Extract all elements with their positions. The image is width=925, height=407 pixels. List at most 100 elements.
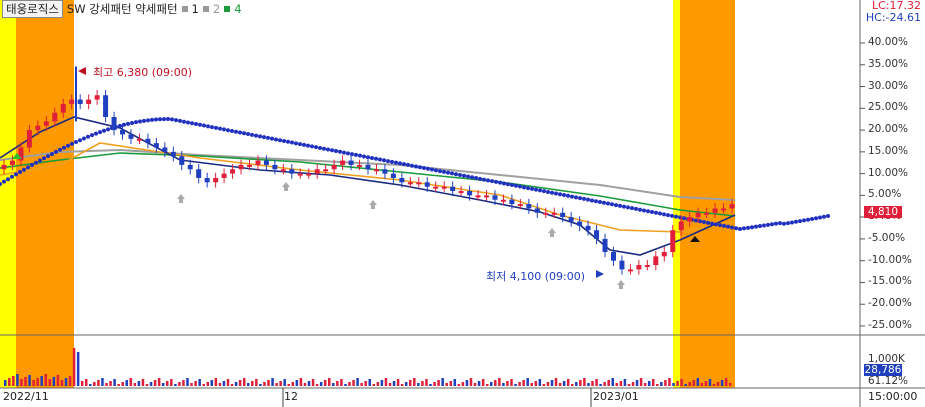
volume-bar [534,381,538,386]
ma-dot-point [154,117,158,122]
ma-dot-point [330,148,334,153]
ma-dot-point [414,164,418,169]
highlight-yellow-right [673,0,680,388]
volume-bar [684,384,687,386]
ma-dot-point [134,120,138,125]
ma-dot-point [610,202,614,207]
volume-bar [68,376,72,386]
candle-body [314,169,320,174]
volume-bar [178,382,181,386]
ma-dot-point [418,165,422,170]
ma-dot-point [518,184,522,189]
volume-bar [392,381,396,386]
volume-bar [214,378,218,386]
ma-dot-point [654,210,658,215]
ma-dot-point [98,130,102,135]
volume-bar [558,383,562,386]
ma-dot-point [194,122,198,127]
volume-bar [52,377,56,386]
volume-bar [538,379,542,386]
ma-dot-point [206,124,210,129]
ma-dot-point [566,193,570,198]
stock-name[interactable]: 태웅로직스 [2,0,63,18]
volume-bar [251,381,254,386]
volume-bar [28,375,31,386]
ma-dot-point [634,206,638,211]
ma-dot-point [130,120,134,125]
volume-bar [384,378,388,386]
ma-dot-point [774,221,778,226]
ma-dot-point [514,183,518,188]
date-label-nov: 2022/11 [3,390,49,403]
volume-bar [579,380,582,386]
volume-bar [518,382,521,386]
volume-bar [242,378,246,386]
ma-dot-point [542,189,546,194]
volume-bar [166,381,169,386]
candle-body [568,217,574,222]
volume-bar [680,379,683,386]
volume-bar [635,380,639,386]
volume-bar [453,379,457,386]
volume-bar [344,384,347,386]
ma-dot-point [506,182,510,187]
volume-bar [704,381,708,386]
candle-body [52,112,58,122]
ma-dot-point [522,185,526,190]
y-tick-label: 15.00% [868,144,909,157]
volume-bar [522,380,525,386]
ma-dot-point [82,136,86,141]
ma-dot-point [750,225,754,230]
stock-chart[interactable]: 태웅로직스 SW 강세패턴 약세패턴 1 2 4 LC:17.32 HC:-24… [0,0,925,407]
ma-dot-point [630,206,634,211]
highlight-band-left [16,0,74,388]
ma-dot-point [406,162,410,167]
volume-bar [676,381,679,386]
ma-dot-point [166,117,170,122]
volume-bar [117,384,120,386]
volume-bar [149,382,153,386]
volume-bar [566,379,570,386]
candle-body [450,186,456,192]
candle-body [103,95,109,118]
volume-bar [328,378,331,386]
lc-hc-readout: LC:17.32 HC:-24.61 [866,0,921,24]
candle-body [610,251,616,261]
volume-bar [97,380,100,386]
ma-dot-point [294,141,298,146]
volume-bar [417,383,420,386]
candle-body [162,147,168,152]
chart-canvas[interactable] [0,0,925,407]
volume-bar [60,380,64,386]
ma-dot-point [126,121,130,126]
volume-axis-label: 1,000K [868,353,905,365]
candle-body [221,173,227,178]
ma-dot-point [642,208,646,213]
candle-body [399,177,405,183]
ma-dot-point [202,123,206,128]
ma-dot-point [366,155,370,160]
ma-dot-point [454,172,458,177]
volume-bar [421,381,424,386]
ma-dot-point [762,223,766,228]
candle-body [331,164,337,170]
candle-body [441,186,447,189]
ma-dot-point [386,159,390,164]
ma-dot-point [558,192,562,197]
candle-body [577,221,583,226]
ma-dot-point [162,117,166,122]
ma-dot-point [742,226,746,231]
candle-body [543,212,549,215]
volume-bar [247,383,250,386]
volume-bar [490,382,493,386]
volume-bar [307,381,311,386]
ma-dot-point [318,145,322,150]
volume-bar [186,378,189,386]
hc-value: HC:-24.61 [865,11,921,24]
ma-dot-point [86,134,90,139]
candle-body [26,130,32,148]
highlight-band-right [680,0,735,388]
volume-bar [259,384,262,386]
volume-bar [85,379,88,386]
y-tick-label: 35.00% [868,57,909,70]
